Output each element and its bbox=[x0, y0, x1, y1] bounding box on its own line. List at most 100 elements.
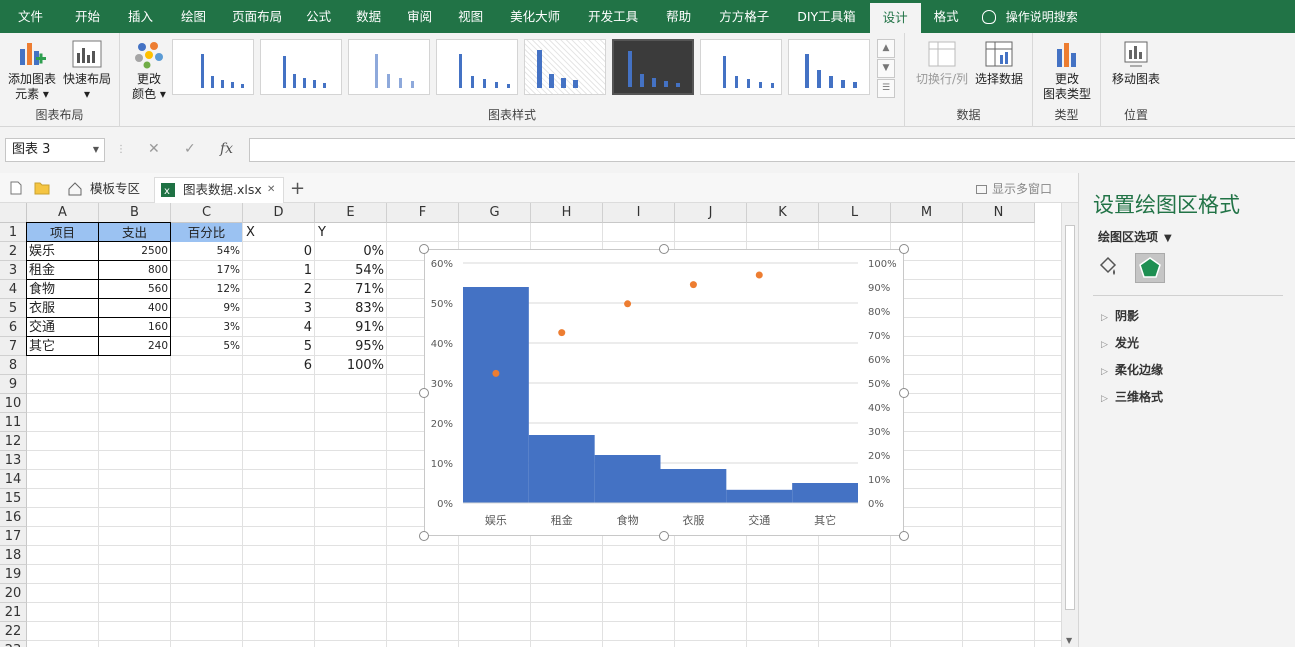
y-value-cell[interactable]: 91% bbox=[315, 318, 386, 337]
template-tab[interactable]: 模板专区 bbox=[62, 177, 152, 203]
item-pct-cell[interactable]: 17% bbox=[171, 261, 242, 280]
row-header-11[interactable]: 11 bbox=[0, 413, 27, 432]
tab-11[interactable]: 帮助 bbox=[652, 0, 705, 33]
scroll-down-icon[interactable]: ▼ bbox=[1066, 636, 1072, 645]
item-name-cell[interactable]: 其它 bbox=[27, 337, 98, 356]
tab-0[interactable]: 文件 bbox=[0, 0, 61, 33]
row-header-2[interactable]: 2 bbox=[0, 242, 27, 261]
tab-2[interactable]: 插入 bbox=[114, 0, 167, 33]
row-header-16[interactable]: 16 bbox=[0, 508, 27, 527]
chart-object[interactable]: 0% 10% 20% 30% 40% 50% 60% 0% 10% 20% 30% 40% 50% 60%… bbox=[424, 249, 904, 536]
chart-style-5[interactable] bbox=[524, 39, 606, 95]
pane-section-3[interactable]: ▷ 三维格式 bbox=[1101, 388, 1163, 405]
row-header-17[interactable]: 17 bbox=[0, 527, 27, 546]
column-header-I[interactable]: I bbox=[603, 203, 675, 223]
new-file-icon[interactable] bbox=[10, 181, 22, 195]
pane-section-2[interactable]: ▷ 柔化边缘 bbox=[1101, 361, 1163, 378]
add-chart-element-button[interactable]: 添加图表 元素 ▾ bbox=[6, 39, 58, 102]
x-value-cell[interactable]: 0 bbox=[243, 242, 314, 261]
file-tab-active[interactable]: x 图表数据.xlsx ✕ bbox=[154, 177, 284, 203]
item-pct-cell[interactable]: 3% bbox=[171, 318, 242, 337]
quick-layout-button[interactable]: 快速布局 ▾ bbox=[61, 39, 113, 102]
column-header-L[interactable]: L bbox=[819, 203, 891, 223]
column-header-E[interactable]: E bbox=[315, 203, 387, 223]
table-header-cell[interactable]: 百分比 bbox=[171, 223, 242, 242]
resize-handle[interactable] bbox=[419, 244, 429, 254]
cancel-icon[interactable]: ✕ bbox=[148, 141, 160, 157]
tab-7[interactable]: 审阅 bbox=[394, 0, 445, 33]
tab-8[interactable]: 视图 bbox=[445, 0, 496, 33]
row-header-14[interactable]: 14 bbox=[0, 470, 27, 489]
chart-style-1[interactable] bbox=[172, 39, 254, 95]
item-spend-cell[interactable]: 160 bbox=[99, 318, 170, 337]
resize-handle[interactable] bbox=[419, 387, 429, 398]
change-colors-button[interactable]: 更改 颜色 ▾ bbox=[128, 39, 170, 102]
tab-6[interactable]: 数据 bbox=[343, 0, 394, 33]
tell-me-search[interactable]: 操作说明搜索 bbox=[972, 8, 1078, 25]
resize-handle[interactable] bbox=[659, 244, 669, 254]
row-header-23[interactable]: 23 bbox=[0, 641, 27, 647]
plot-area-options-dropdown[interactable]: 绘图区选项 ▼ bbox=[1098, 228, 1172, 245]
row-header-9[interactable]: 9 bbox=[0, 375, 27, 394]
y-value-cell[interactable]: 95% bbox=[315, 337, 386, 356]
x-value-cell[interactable]: 6 bbox=[243, 356, 314, 375]
pane-section-0[interactable]: ▷ 阴影 bbox=[1101, 307, 1139, 324]
item-spend-cell[interactable]: 560 bbox=[99, 280, 170, 299]
x-value-cell[interactable]: 1 bbox=[243, 261, 314, 280]
change-chart-type-button[interactable]: 更改 图表类型 bbox=[1037, 39, 1097, 102]
column-header-F[interactable]: F bbox=[387, 203, 459, 223]
pane-section-1[interactable]: ▷ 发光 bbox=[1101, 334, 1139, 351]
column-header-K[interactable]: K bbox=[747, 203, 819, 223]
close-tab-icon[interactable]: ✕ bbox=[267, 178, 275, 202]
row-header-3[interactable]: 3 bbox=[0, 261, 27, 280]
resize-handle[interactable] bbox=[419, 531, 429, 541]
chart-style-3[interactable] bbox=[348, 39, 430, 95]
row-header-10[interactable]: 10 bbox=[0, 394, 27, 413]
item-name-cell[interactable]: 租金 bbox=[27, 261, 98, 280]
vertical-scrollbar[interactable]: ▼ bbox=[1061, 203, 1078, 647]
gallery-up-icon[interactable]: ▲ bbox=[877, 39, 895, 58]
item-pct-cell[interactable]: 12% bbox=[171, 280, 242, 299]
x-value-cell[interactable]: 5 bbox=[243, 337, 314, 356]
y-value-cell[interactable]: 0% bbox=[315, 242, 386, 261]
chevron-down-icon[interactable]: ▼ bbox=[93, 139, 99, 161]
column-header-J[interactable]: J bbox=[675, 203, 747, 223]
item-spend-cell[interactable]: 400 bbox=[99, 299, 170, 318]
item-pct-cell[interactable]: 9% bbox=[171, 299, 242, 318]
item-name-cell[interactable]: 衣服 bbox=[27, 299, 98, 318]
row-header-5[interactable]: 5 bbox=[0, 299, 27, 318]
row-header-12[interactable]: 12 bbox=[0, 432, 27, 451]
switch-row-col-button[interactable]: 切换行/列 bbox=[913, 39, 971, 87]
row-header-4[interactable]: 4 bbox=[0, 280, 27, 299]
row-header-22[interactable]: 22 bbox=[0, 622, 27, 641]
add-tab-icon[interactable]: + bbox=[290, 177, 305, 203]
row-header-18[interactable]: 18 bbox=[0, 546, 27, 565]
tab-12[interactable]: 方方格子 bbox=[705, 0, 783, 33]
tab-4[interactable]: 页面布局 bbox=[220, 0, 294, 33]
y-header-cell[interactable]: Y bbox=[315, 223, 386, 242]
row-header-6[interactable]: 6 bbox=[0, 318, 27, 337]
row-header-8[interactable]: 8 bbox=[0, 356, 27, 375]
effects-icon[interactable] bbox=[1135, 253, 1165, 283]
fill-line-icon[interactable] bbox=[1093, 253, 1123, 283]
column-header-N[interactable]: N bbox=[963, 203, 1035, 223]
x-value-cell[interactable]: 3 bbox=[243, 299, 314, 318]
table-header-cell[interactable]: 项目 bbox=[27, 223, 98, 242]
column-header-G[interactable]: G bbox=[459, 203, 531, 223]
chart-style-7[interactable] bbox=[700, 39, 782, 95]
tab-1[interactable]: 开始 bbox=[61, 0, 114, 33]
select-all-corner[interactable] bbox=[0, 203, 27, 223]
x-value-cell[interactable]: 2 bbox=[243, 280, 314, 299]
column-header-M[interactable]: M bbox=[891, 203, 963, 223]
confirm-icon[interactable]: ✓ bbox=[184, 141, 196, 157]
chart-style-6[interactable] bbox=[612, 39, 694, 95]
y-value-cell[interactable]: 100% bbox=[315, 356, 386, 375]
scroll-thumb[interactable] bbox=[1065, 225, 1075, 610]
item-pct-cell[interactable]: 54% bbox=[171, 242, 242, 261]
column-header-C[interactable]: C bbox=[171, 203, 243, 223]
row-header-13[interactable]: 13 bbox=[0, 451, 27, 470]
row-header-19[interactable]: 19 bbox=[0, 565, 27, 584]
chart-style-4[interactable] bbox=[436, 39, 518, 95]
row-header-21[interactable]: 21 bbox=[0, 603, 27, 622]
item-spend-cell[interactable]: 2500 bbox=[99, 242, 170, 261]
